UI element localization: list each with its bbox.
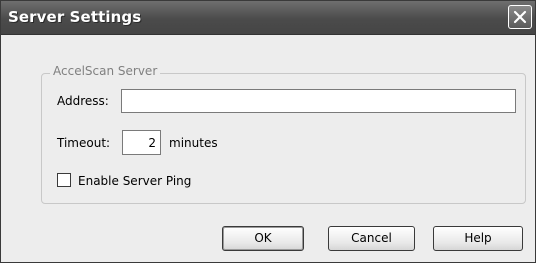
- server-group-label: AccelScan Server: [50, 64, 161, 78]
- server-settings-dialog: Server Settings AccelScan Server Address…: [0, 0, 536, 263]
- close-button[interactable]: [508, 5, 532, 29]
- timeout-label: Timeout:: [57, 136, 111, 150]
- address-input[interactable]: [121, 89, 516, 113]
- help-button[interactable]: Help: [433, 226, 523, 251]
- timeout-unit-label: minutes: [169, 136, 218, 150]
- dialog-title: Server Settings: [8, 8, 142, 26]
- title-bar[interactable]: Server Settings: [1, 1, 535, 35]
- enable-server-ping-label[interactable]: Enable Server Ping: [78, 174, 191, 188]
- address-label: Address:: [57, 94, 109, 108]
- enable-server-ping-checkbox[interactable]: [57, 173, 71, 187]
- ok-button[interactable]: OK: [222, 226, 304, 251]
- timeout-input[interactable]: [122, 130, 161, 155]
- cancel-button[interactable]: Cancel: [328, 226, 415, 251]
- close-icon: [513, 10, 527, 24]
